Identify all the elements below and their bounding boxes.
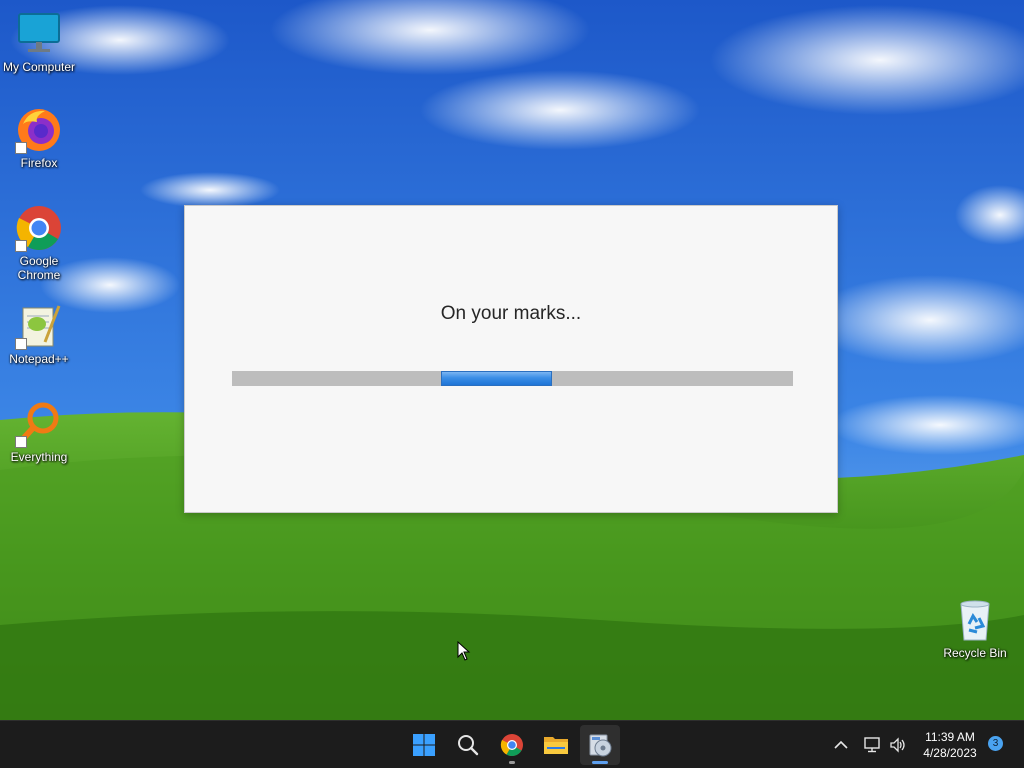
clock-time: 11:39 AM xyxy=(925,730,975,744)
everything-search-icon xyxy=(15,400,63,448)
shortcut-arrow-icon xyxy=(15,338,27,350)
progress-bar-indicator xyxy=(441,371,552,386)
desktop-icon-firefox[interactable]: Firefox xyxy=(1,106,77,170)
status-message: On your marks... xyxy=(440,303,582,324)
desktop-icon-label: Firefox xyxy=(20,156,58,170)
desktop-icon-notepadpp[interactable]: Notepad++ xyxy=(1,302,77,366)
desktop-icon-label: Notepad++ xyxy=(9,352,69,366)
search-icon xyxy=(458,735,479,756)
desktop-icon-label: Everything xyxy=(10,450,68,464)
desktop-icon-label: Recycle Bin xyxy=(943,646,1007,660)
chrome-icon xyxy=(500,734,523,756)
desktop[interactable]: My Computer Firefox Google Chrome Notepa… xyxy=(0,0,1024,720)
desktop-icon-recycle-bin[interactable]: Recycle Bin xyxy=(937,596,1013,660)
taskbar-installer-button[interactable] xyxy=(580,725,620,765)
shortcut-arrow-icon xyxy=(15,436,27,448)
chevron-up-icon xyxy=(834,740,848,749)
windows-start-icon xyxy=(413,734,435,756)
desktop-icon-google-chrome[interactable]: Google Chrome xyxy=(1,204,77,282)
monitor-icon xyxy=(15,10,63,58)
taskbar-chrome-button[interactable] xyxy=(492,725,532,765)
network-status-button[interactable] xyxy=(860,721,884,769)
tray-overflow-button[interactable] xyxy=(830,721,852,769)
active-indicator xyxy=(592,761,608,764)
firefox-icon xyxy=(15,106,63,154)
volume-icon xyxy=(890,737,905,753)
desktop-icon-my-computer[interactable]: My Computer xyxy=(1,10,77,74)
clock-date: 4/28/2023 xyxy=(923,746,977,760)
notepadpp-icon xyxy=(15,302,63,350)
shortcut-arrow-icon xyxy=(15,240,27,252)
chrome-icon xyxy=(15,204,63,252)
mouse-pointer-icon xyxy=(457,641,471,661)
folder-icon xyxy=(544,737,568,754)
desktop-icon-everything[interactable]: Everything xyxy=(1,400,77,464)
shortcut-arrow-icon xyxy=(15,142,27,154)
running-indicator xyxy=(509,761,515,764)
installer-icon xyxy=(589,734,612,757)
progress-bar xyxy=(232,371,793,386)
recycle-bin-icon xyxy=(951,596,999,644)
taskbar-start-button[interactable] xyxy=(404,725,444,765)
taskbar: 11:39 AM 4/28/2023 xyxy=(0,720,1024,768)
desktop-icon-label: Google Chrome xyxy=(17,254,61,282)
installer-progress-dialog: On your marks... xyxy=(184,205,838,513)
taskbar-file-explorer-button[interactable] xyxy=(536,725,576,765)
notification-count-badge[interactable]: 3 xyxy=(988,736,1003,751)
desktop-icon-label: My Computer xyxy=(2,60,76,74)
clock-button[interactable]: 11:39 AM 4/28/2023 xyxy=(908,729,992,761)
network-icon xyxy=(864,737,880,753)
volume-button[interactable] xyxy=(886,721,910,769)
taskbar-search-button[interactable] xyxy=(448,725,488,765)
